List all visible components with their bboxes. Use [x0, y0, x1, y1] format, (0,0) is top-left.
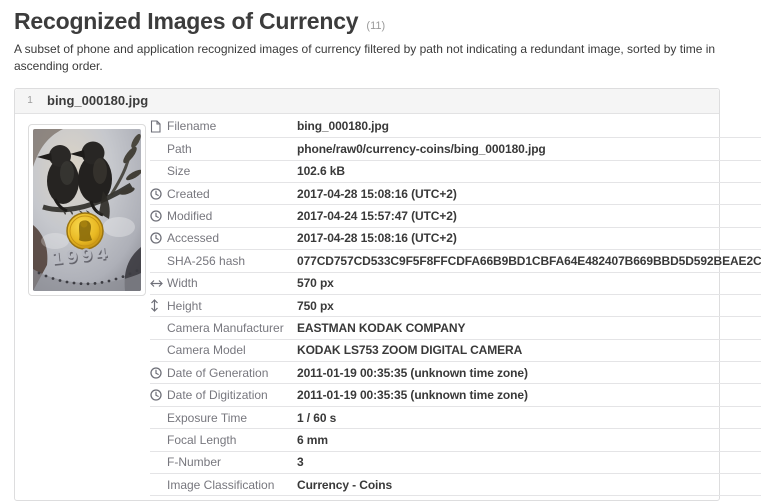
metadata-row: Path phone/raw0/currency-coins/bing_0001…: [150, 138, 761, 160]
field-label: Date of Digitization: [167, 388, 297, 402]
metadata-row: Image Classification Currency - Coins: [150, 474, 761, 496]
record-header: 1 bing_000180.jpg: [15, 89, 719, 114]
item-count-badge: (11): [366, 20, 385, 32]
record-index: 1: [21, 95, 39, 106]
height-icon: [150, 299, 167, 312]
field-label: Height: [167, 299, 297, 313]
metadata-row: Width 570 px: [150, 273, 761, 295]
field-value: 102.6 kB: [297, 164, 345, 178]
record-filename-title: bing_000180.jpg: [47, 93, 148, 108]
field-label: Path: [167, 142, 297, 156]
field-value: 2017-04-28 15:08:16 (UTC+2): [297, 231, 457, 245]
page-subtitle: A subset of phone and application recogn…: [14, 41, 746, 76]
field-value: 750 px: [297, 299, 334, 313]
field-value: phone/raw0/currency-coins/bing_000180.jp…: [297, 142, 546, 156]
image-thumbnail[interactable]: ﹅﹅ ﹅﹅ ﹅ 1994 1994: [28, 124, 146, 296]
metadata-row: F-Number 3: [150, 452, 761, 474]
field-label: Camera Manufacturer: [167, 321, 297, 335]
field-label: Created: [167, 187, 297, 201]
field-label: F-Number: [167, 455, 297, 469]
file-icon: [150, 120, 167, 133]
field-value: 6 mm: [297, 433, 328, 447]
field-label: Camera Model: [167, 343, 297, 357]
field-value: Currency - Coins: [297, 478, 392, 492]
clock-icon: [150, 367, 167, 379]
metadata-row: Created 2017-04-28 15:08:16 (UTC+2): [150, 183, 761, 205]
metadata-row: Size 102.6 kB: [150, 161, 761, 183]
field-value: 2011-01-19 00:35:35 (unknown time zone): [297, 366, 528, 380]
field-value: 3: [297, 455, 304, 469]
clock-icon: [150, 232, 167, 244]
field-value: 2017-04-24 15:57:47 (UTC+2): [297, 209, 457, 223]
field-label: Focal Length: [167, 433, 297, 447]
field-value: 077CD757CD533C9F5F8FFCDFA66B9BD1CBFA64E4…: [297, 254, 761, 268]
clock-icon: [150, 210, 167, 222]
field-value: bing_000180.jpg: [297, 119, 389, 133]
field-label: Accessed: [167, 231, 297, 245]
page-header: Recognized Images of Currency (11) A sub…: [0, 0, 761, 76]
field-value: KODAK LS753 ZOOM DIGITAL CAMERA: [297, 343, 522, 357]
metadata-row: Camera Model KODAK LS753 ZOOM DIGITAL CA…: [150, 340, 761, 362]
metadata-row: SHA-256 hash 077CD757CD533C9F5F8FFCDFA66…: [150, 250, 761, 272]
clock-icon: [150, 188, 167, 200]
field-label: Filename: [167, 119, 297, 133]
metadata-row: Date of Generation 2011-01-19 00:35:35 (…: [150, 362, 761, 384]
coin-photo: ﹅﹅ ﹅﹅ ﹅ 1994 1994: [33, 129, 141, 291]
field-label: Size: [167, 164, 297, 178]
metadata-row: Camera Manufacturer EASTMAN KODAK COMPAN…: [150, 317, 761, 339]
metadata-row: Focal Length 6 mm: [150, 429, 761, 451]
width-icon: [150, 279, 167, 288]
metadata-row: Exposure Time 1 / 60 s: [150, 407, 761, 429]
field-value: EASTMAN KODAK COMPANY: [297, 321, 465, 335]
field-label: SHA-256 hash: [167, 254, 297, 268]
metadata-table: Filename bing_000180.jpg Path phone/raw0…: [150, 116, 761, 497]
metadata-row: Filename bing_000180.jpg: [150, 116, 761, 138]
field-label: Width: [167, 276, 297, 290]
field-label: Modified: [167, 209, 297, 223]
title-line: Recognized Images of Currency (11): [14, 8, 747, 35]
record-body: ﹅﹅ ﹅﹅ ﹅ 1994 1994: [15, 114, 719, 501]
field-label: Image Classification: [167, 478, 297, 492]
metadata-row: Date of Digitization 2011-01-19 00:35:35…: [150, 384, 761, 406]
metadata-row: Accessed 2017-04-28 15:08:16 (UTC+2): [150, 228, 761, 250]
metadata-row: Modified 2017-04-24 15:57:47 (UTC+2): [150, 205, 761, 227]
metadata-row: Height 750 px: [150, 295, 761, 317]
field-value: 570 px: [297, 276, 334, 290]
field-label: Exposure Time: [167, 411, 297, 425]
image-record-card: 1 bing_000180.jpg: [14, 88, 720, 501]
clock-icon: [150, 389, 167, 401]
field-value: 2011-01-19 00:35:35 (unknown time zone): [297, 388, 528, 402]
page-title: Recognized Images of Currency: [14, 8, 358, 35]
field-label: Date of Generation: [167, 366, 297, 380]
field-value: 1 / 60 s: [297, 411, 336, 425]
field-value: 2017-04-28 15:08:16 (UTC+2): [297, 187, 457, 201]
